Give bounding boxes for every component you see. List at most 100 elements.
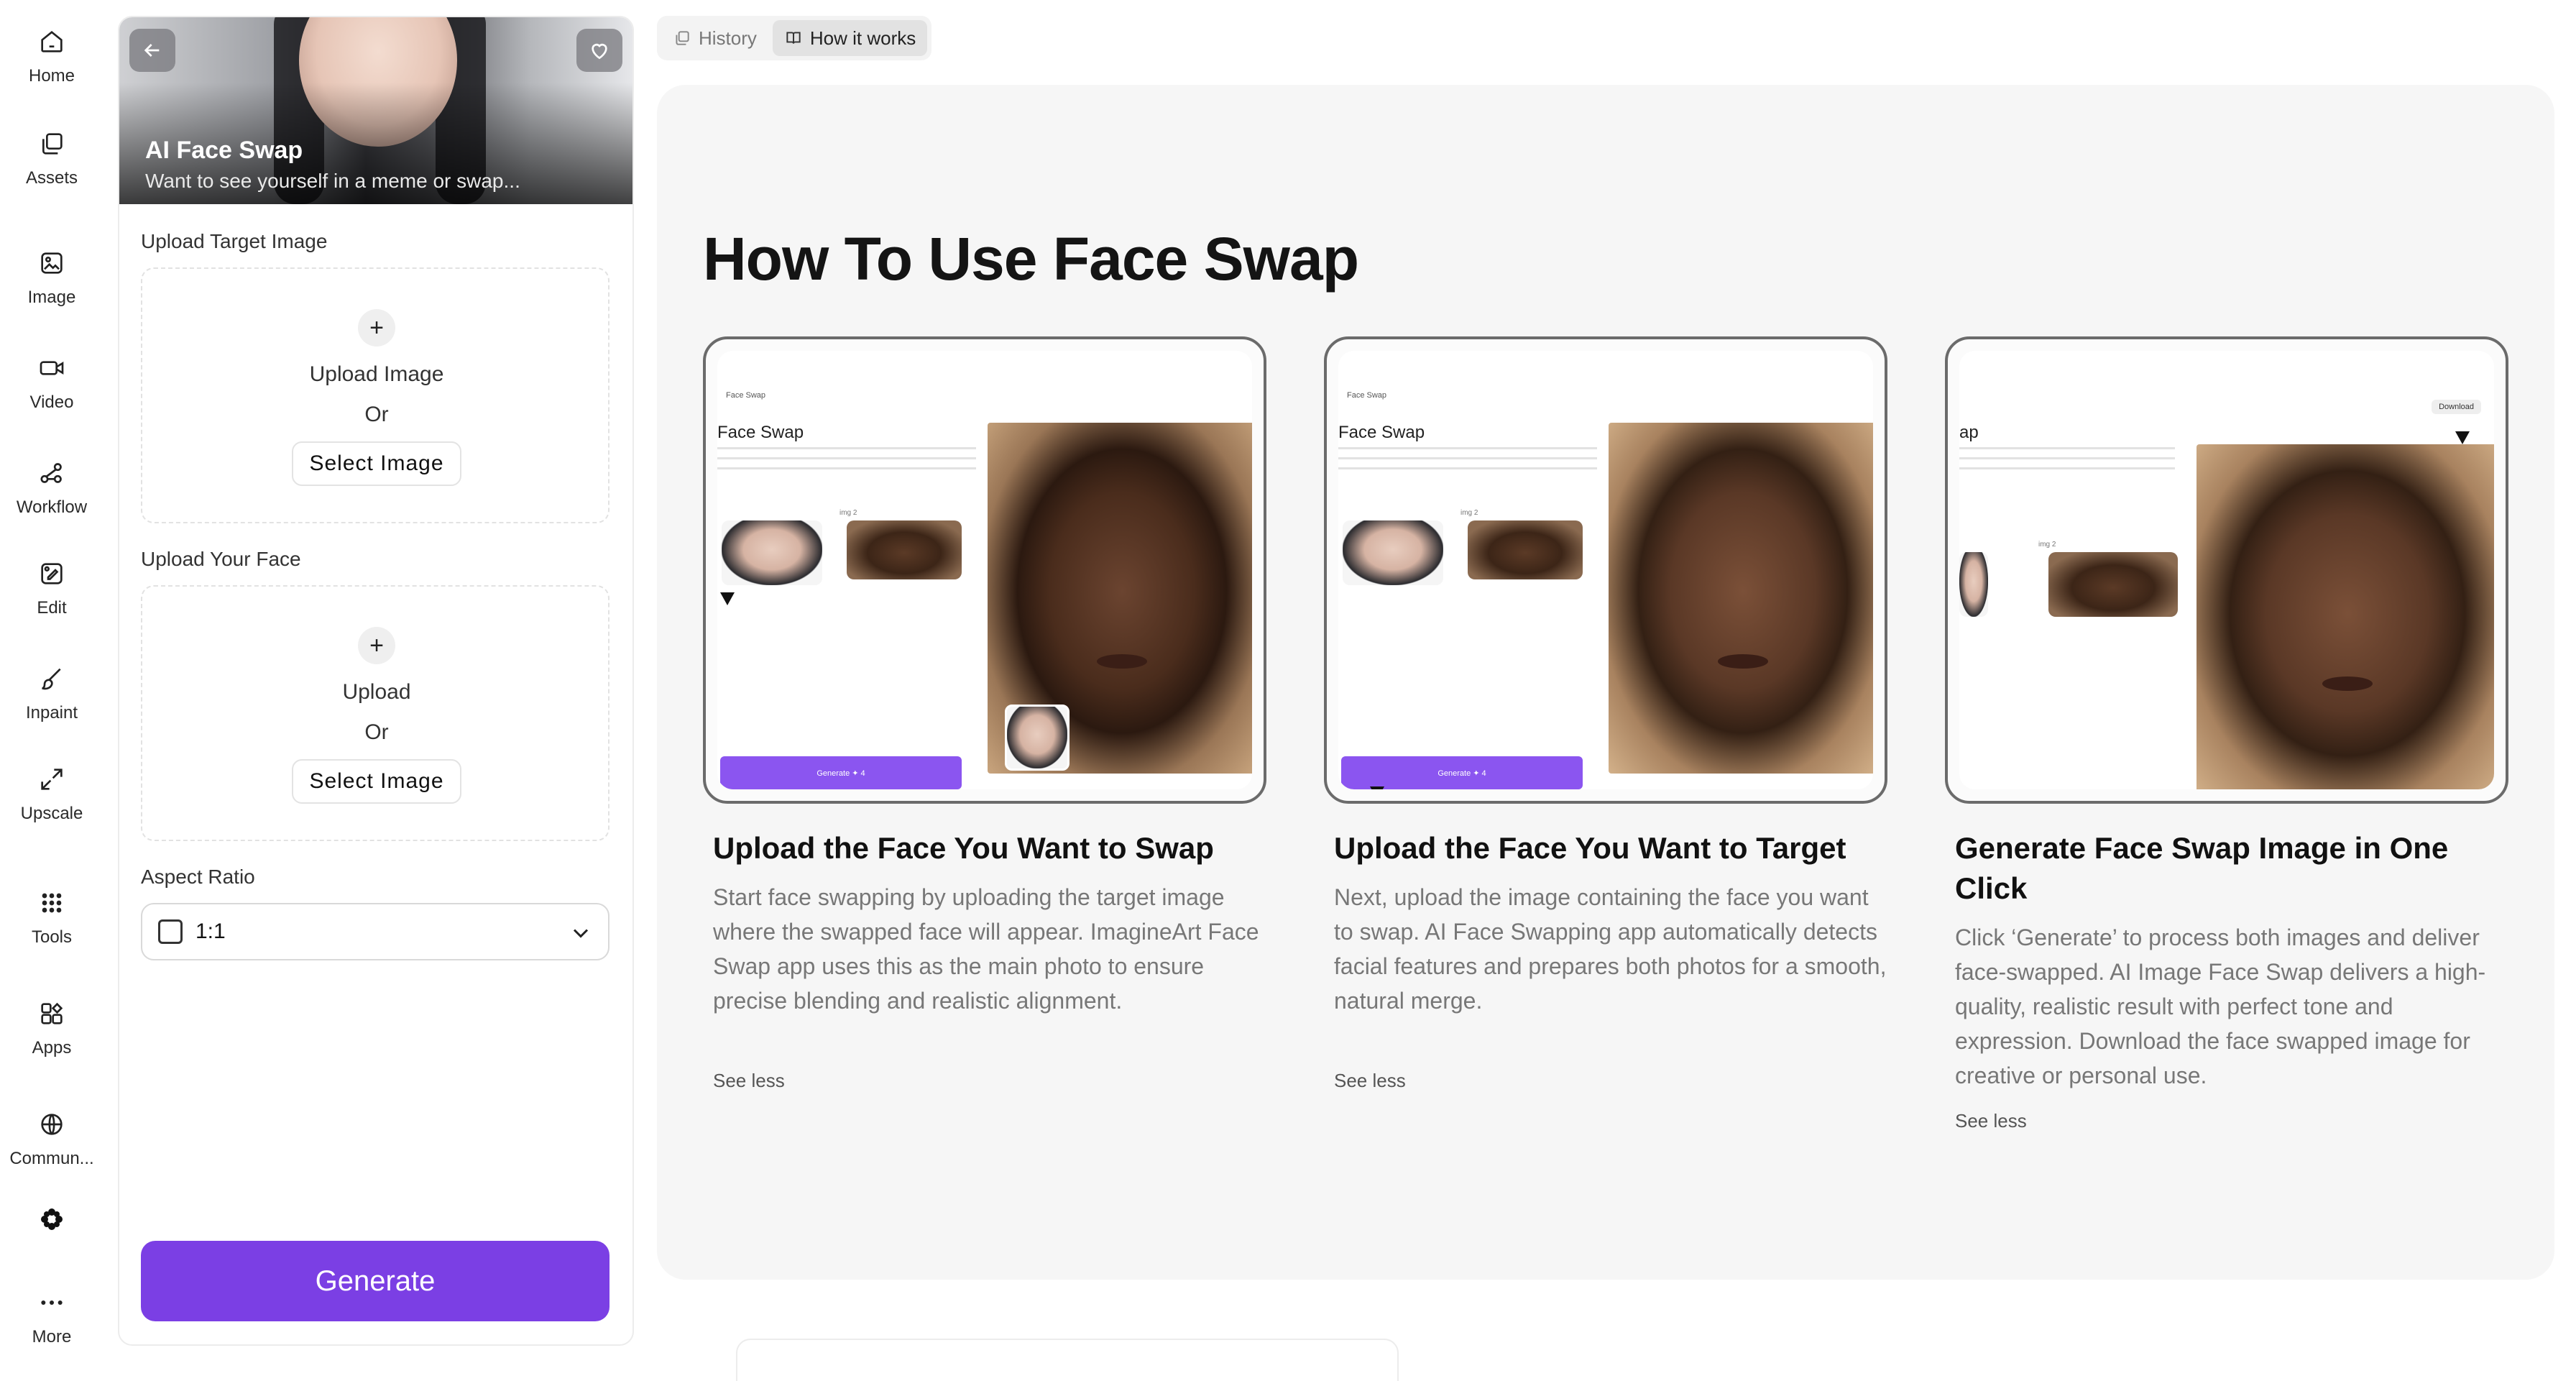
your-face-label: Upload Your Face bbox=[141, 548, 301, 570]
source-thumbnail bbox=[2048, 552, 2178, 617]
step-3-see-less[interactable]: See less bbox=[1955, 1110, 2027, 1132]
expand-icon bbox=[41, 769, 63, 790]
nav-tools[interactable]: Tools bbox=[0, 889, 104, 948]
edit-icon bbox=[41, 563, 63, 584]
target-thumbnail bbox=[722, 520, 822, 585]
mini-img2-label: img 2 bbox=[1460, 509, 1478, 517]
face-upload-text: Upload bbox=[342, 680, 411, 704]
target-or-text: Or bbox=[364, 403, 389, 426]
tool-title: AI Face Swap bbox=[145, 137, 303, 164]
aspect-ratio-value: 1:1 bbox=[196, 919, 226, 943]
cursor-icon bbox=[720, 592, 735, 605]
workflow-icon bbox=[40, 463, 62, 483]
nav-tools-label: Tools bbox=[31, 927, 73, 947]
mini-title: ap bbox=[1959, 423, 1979, 442]
nav-apps[interactable]: Apps bbox=[0, 999, 104, 1058]
nav-upscale-label: Upscale bbox=[20, 804, 83, 823]
tab-history-label: History bbox=[699, 27, 757, 49]
step-1-description: Start face swapping by uploading the tar… bbox=[713, 884, 1259, 1014]
nav-more[interactable]: More bbox=[0, 1288, 104, 1347]
nav-workflow[interactable]: Workflow bbox=[0, 459, 104, 518]
more-dots-icon bbox=[41, 1300, 63, 1305]
step-2-title: Upload the Face You Want to Target bbox=[1334, 831, 1846, 865]
view-tabs: History How it works bbox=[657, 16, 932, 60]
nav-apps-label: Apps bbox=[32, 1038, 72, 1057]
face-or-text: Or bbox=[364, 720, 389, 744]
how-it-works-card: How To Use Face Swap Face Swap Face Swap… bbox=[657, 85, 2554, 1280]
mini-logo-text: Face Swap bbox=[726, 391, 766, 400]
nav-edit[interactable]: Edit bbox=[0, 559, 104, 618]
left-nav-rail: Home Assets Image Video Workflow Edit In… bbox=[0, 0, 104, 1381]
nav-image-label: Image bbox=[27, 288, 76, 307]
nav-inpaint[interactable]: Inpaint bbox=[0, 664, 104, 723]
cursor-icon bbox=[2455, 431, 2470, 444]
assets-icon bbox=[42, 133, 63, 155]
grid-icon bbox=[42, 893, 62, 913]
mini-title: Face Swap bbox=[717, 423, 804, 442]
tab-how-it-works[interactable]: How it works bbox=[772, 20, 928, 56]
mini-generate-button: Generate ✦ 4 bbox=[720, 756, 962, 789]
asterisk-logo-icon bbox=[41, 1208, 63, 1230]
back-button[interactable] bbox=[129, 29, 175, 72]
face-thumbnail bbox=[1005, 705, 1070, 771]
cursor-icon bbox=[1370, 786, 1384, 789]
step-1-see-less[interactable]: See less bbox=[713, 1070, 785, 1092]
apps-icon bbox=[41, 1002, 63, 1024]
aspect-ratio-select[interactable]: 1:1 bbox=[141, 903, 610, 960]
face-image-dropzone[interactable]: + Upload Or Select Image bbox=[141, 585, 610, 841]
tab-how-it-works-label: How it works bbox=[809, 27, 916, 49]
nav-home-label: Home bbox=[28, 66, 75, 86]
face-select-image-button[interactable]: Select Image bbox=[292, 759, 461, 804]
target-thumbnail bbox=[1343, 520, 1443, 585]
mini-title: Face Swap bbox=[1338, 423, 1425, 442]
next-section-card bbox=[736, 1339, 1399, 1381]
plus-icon[interactable]: + bbox=[358, 309, 395, 347]
nav-assets[interactable]: Assets bbox=[0, 129, 104, 188]
generate-button[interactable]: Generate bbox=[141, 1241, 610, 1321]
nav-video[interactable]: Video bbox=[0, 354, 104, 413]
history-icon bbox=[676, 31, 689, 45]
target-image-label: Upload Target Image bbox=[141, 230, 328, 252]
nav-community[interactable]: Commun... bbox=[0, 1110, 104, 1169]
image-icon bbox=[41, 252, 63, 274]
step-2-screenshot: Face Swap Face Swap img 2 Generate ✦ 4 bbox=[1324, 336, 1887, 804]
nav-workflow-label: Workflow bbox=[16, 497, 88, 517]
target-upload-text: Upload Image bbox=[309, 362, 444, 386]
nav-brand[interactable] bbox=[0, 1205, 104, 1234]
mini-img2-label: img 2 bbox=[2038, 541, 2056, 549]
home-icon bbox=[41, 30, 63, 52]
step-1-screenshot: Face Swap Face Swap img 2 Generate ✦ 4 bbox=[703, 336, 1266, 804]
nav-image[interactable]: Image bbox=[0, 249, 104, 308]
tab-history[interactable]: History bbox=[661, 20, 768, 56]
step-2-description: Next, upload the image containing the fa… bbox=[1334, 884, 1887, 1014]
favorite-button[interactable] bbox=[576, 29, 622, 72]
brush-icon bbox=[42, 668, 61, 690]
book-icon bbox=[786, 32, 801, 44]
page-title: How To Use Face Swap bbox=[703, 225, 1359, 293]
target-image-dropzone[interactable]: + Upload Image Or Select Image bbox=[141, 267, 610, 523]
step-2-see-less[interactable]: See less bbox=[1334, 1070, 1406, 1092]
target-select-image-button[interactable]: Select Image bbox=[292, 441, 461, 486]
mini-img2-label: img 2 bbox=[840, 509, 857, 517]
chevron-down-icon bbox=[573, 929, 589, 938]
result-portrait bbox=[1609, 423, 1873, 774]
video-icon bbox=[40, 361, 64, 375]
globe-icon bbox=[41, 1114, 63, 1135]
hero-banner: AI Face Swap Want to see yourself in a m… bbox=[119, 17, 632, 204]
face-swap-panel: AI Face Swap Want to see yourself in a m… bbox=[118, 16, 634, 1346]
nav-home[interactable]: Home bbox=[0, 27, 104, 86]
final-swapped-portrait bbox=[2196, 444, 2494, 789]
nav-video-label: Video bbox=[29, 393, 74, 412]
mini-download-button: Download bbox=[2432, 400, 2481, 414]
arrow-left-icon bbox=[144, 44, 160, 57]
step-1-title: Upload the Face You Want to Swap bbox=[713, 831, 1214, 865]
nav-inpaint-label: Inpaint bbox=[25, 703, 78, 722]
nav-edit-label: Edit bbox=[37, 598, 67, 618]
nav-community-label: Commun... bbox=[9, 1149, 94, 1168]
mini-logo-text: Face Swap bbox=[1347, 391, 1387, 400]
aspect-ratio-label: Aspect Ratio bbox=[141, 866, 255, 888]
nav-upscale[interactable]: Upscale bbox=[0, 765, 104, 824]
tool-subtitle: Want to see yourself in a meme or swap..… bbox=[145, 170, 520, 192]
source-thumbnail bbox=[1468, 520, 1583, 579]
plus-icon[interactable]: + bbox=[358, 627, 395, 664]
